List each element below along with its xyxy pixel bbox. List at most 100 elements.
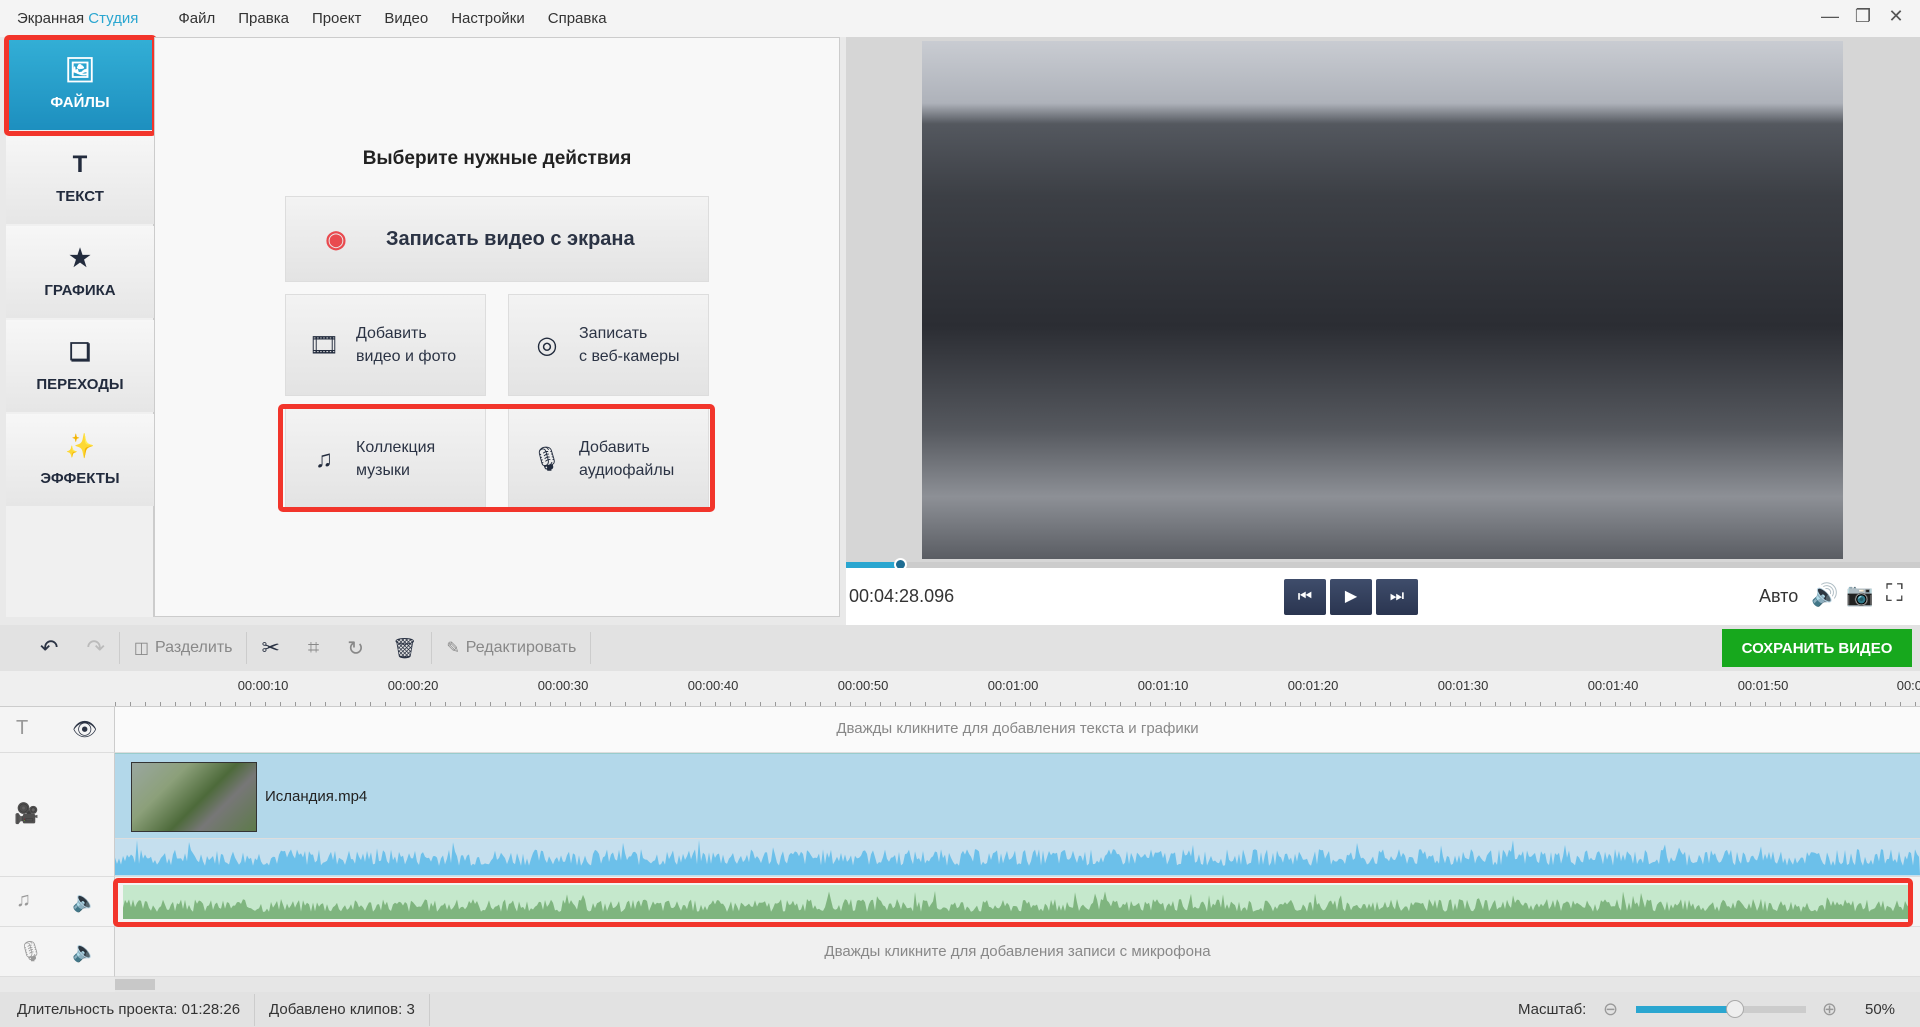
ruler-minor-tick: [1360, 702, 1361, 706]
ruler-minor-tick: [700, 702, 701, 706]
ruler-minor-tick: [130, 702, 131, 706]
ruler-minor-tick: [1015, 702, 1016, 706]
ruler-minor-tick: [970, 702, 971, 706]
play-button[interactable]: ▶: [1330, 579, 1372, 615]
eye-icon[interactable]: 👁: [72, 717, 97, 742]
skip-forward-button[interactable]: ⏭: [1376, 579, 1418, 615]
trash-icon[interactable]: 🗑: [378, 631, 431, 665]
menu-help[interactable]: Справка: [548, 10, 607, 27]
ruler-minor-tick: [670, 702, 671, 706]
restore-icon[interactable]: ❐: [1848, 6, 1878, 30]
record-screen-button[interactable]: ◉ Записать видео с экрана: [285, 196, 709, 282]
menu-project[interactable]: Проект: [312, 10, 361, 27]
split-button[interactable]: ◫ Разделить: [120, 631, 247, 665]
ruler-minor-tick: [760, 702, 761, 706]
menu-file[interactable]: Файл: [178, 10, 215, 27]
camera-icon[interactable]: 📷: [1846, 582, 1873, 608]
ruler-minor-tick: [280, 702, 281, 706]
ruler-minor-tick: [1135, 702, 1136, 706]
ruler-tick: 00:01:30: [1437, 678, 1489, 693]
ruler-minor-tick: [790, 702, 791, 706]
highlight-box: [278, 404, 715, 512]
menu-edit[interactable]: Правка: [238, 10, 289, 27]
ruler-minor-tick: [835, 702, 836, 706]
add-media-button[interactable]: 🎞 Добавить видео и фото: [285, 294, 486, 396]
ruler-minor-tick: [1405, 702, 1406, 706]
scrollbar-thumb[interactable]: [115, 979, 155, 990]
ruler-minor-tick: [1780, 702, 1781, 706]
webcam-button[interactable]: ◎ Записать с веб-камеры: [508, 294, 709, 396]
ruler-minor-tick: [340, 702, 341, 706]
ruler-minor-tick: [805, 702, 806, 706]
redo-icon[interactable]: ↷: [72, 631, 118, 665]
ruler-minor-tick: [910, 702, 911, 706]
menu-video[interactable]: Видео: [384, 10, 428, 27]
sidebar-item-graphics[interactable]: ★ ГРАФИКА: [6, 226, 154, 318]
ruler-minor-tick: [1435, 702, 1436, 706]
record-icon: ◉: [325, 225, 347, 253]
ruler-minor-tick: [1420, 702, 1421, 706]
ruler-minor-tick: [175, 702, 176, 706]
film-icon: 🎞: [308, 331, 340, 359]
ruler-tick: 00:02: [1896, 678, 1920, 693]
ruler-minor-tick: [250, 702, 251, 706]
sidebar-item-effects[interactable]: ✨ ЭФФЕКТЫ: [6, 414, 154, 506]
ruler-minor-tick: [565, 702, 566, 706]
ruler-minor-tick: [1840, 702, 1841, 706]
ruler-minor-tick: [1315, 702, 1316, 706]
ruler-minor-tick: [1540, 702, 1541, 706]
zoom-in-icon[interactable]: ⊕: [1822, 999, 1837, 1020]
zoom-slider-handle[interactable]: [1725, 1000, 1744, 1018]
sidebar-item-transitions[interactable]: ❏ ПЕРЕХОДЫ: [6, 320, 154, 412]
zoom-slider[interactable]: [1636, 1000, 1806, 1018]
ruler-minor-tick: [1345, 702, 1346, 706]
video-audio-waveform[interactable]: [115, 839, 1920, 877]
crop-icon[interactable]: ⌗: [294, 631, 333, 665]
timeline-scrollbar[interactable]: [115, 977, 1920, 992]
webcam-icon: ◎: [536, 331, 558, 359]
sidebar-item-text[interactable]: T ТЕКСТ: [6, 132, 154, 224]
zoom-out-icon[interactable]: ⊖: [1603, 999, 1618, 1020]
ruler-minor-tick: [355, 702, 356, 706]
quality-select[interactable]: Авто: [1759, 586, 1798, 607]
ruler-minor-tick: [625, 702, 626, 706]
timeline-ruler[interactable]: 00:00:10 00:00:20 00:00:30 00:00:40 00:00:50…: [0, 671, 1920, 707]
ruler-minor-tick: [1525, 702, 1526, 706]
ruler-minor-tick: [505, 702, 506, 706]
ruler-minor-tick: [1810, 702, 1811, 706]
mic-track[interactable]: Дважды кликните для добавления записи с …: [115, 927, 1920, 977]
ruler-minor-tick: [955, 702, 956, 706]
save-video-button[interactable]: СОХРАНИТЬ ВИДЕО: [1722, 629, 1912, 667]
ruler-minor-tick: [1870, 702, 1871, 706]
fullscreen-icon[interactable]: ⛶: [1886, 580, 1903, 608]
undo-icon[interactable]: ↶: [0, 631, 72, 665]
video-clip[interactable]: Исландия.mp4: [115, 753, 1920, 839]
text-track[interactable]: Дважды кликните для добавления текста и …: [115, 707, 1920, 753]
video-frame[interactable]: [922, 41, 1843, 559]
ruler-minor-tick: [460, 702, 461, 706]
ruler-minor-tick: [1120, 702, 1121, 706]
ruler-minor-tick: [1165, 702, 1166, 706]
volume-icon[interactable]: 🔊: [1811, 582, 1838, 608]
edit-button[interactable]: ✎ Редактировать: [432, 631, 590, 665]
ruler-minor-tick: [1180, 702, 1181, 706]
rotate-icon[interactable]: ↻: [333, 631, 378, 665]
ruler-minor-tick: [1210, 702, 1211, 706]
split-icon: ◫: [133, 640, 149, 657]
ruler-minor-tick: [1270, 702, 1271, 706]
ruler-minor-tick: [1240, 702, 1241, 706]
ruler-minor-tick: [1630, 702, 1631, 706]
ruler-tick: 00:00:50: [837, 678, 889, 693]
ruler-minor-tick: [370, 702, 371, 706]
menu-settings[interactable]: Настройки: [451, 10, 525, 27]
ruler-minor-tick: [115, 702, 116, 706]
minimize-icon[interactable]: —: [1815, 6, 1845, 30]
waveform-shape: [115, 840, 1920, 875]
ruler-minor-tick: [985, 702, 986, 706]
volume-icon[interactable]: 🔈: [72, 889, 97, 914]
close-icon[interactable]: ✕: [1881, 6, 1911, 30]
skip-back-button[interactable]: ⏮: [1284, 579, 1326, 615]
volume-icon[interactable]: 🔈: [72, 939, 97, 964]
scissors-icon[interactable]: ✂: [247, 631, 293, 665]
ruler-minor-tick: [775, 702, 776, 706]
